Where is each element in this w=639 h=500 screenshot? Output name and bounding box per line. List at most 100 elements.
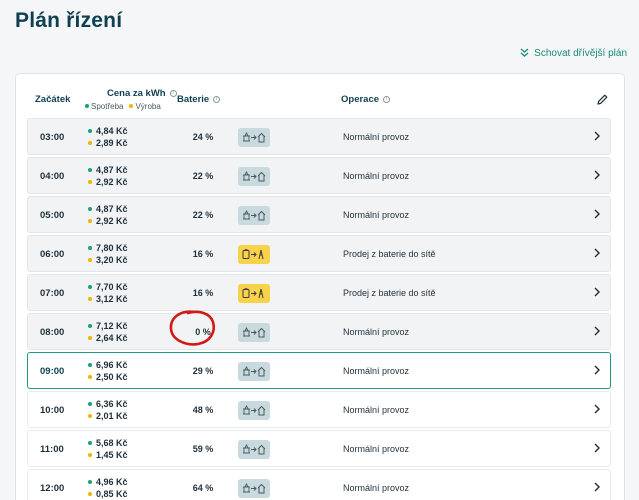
yellow-dot-icon: [88, 180, 92, 184]
double-chevron-down-icon: [520, 48, 529, 59]
chevron-right-icon[interactable]: [593, 286, 601, 298]
row-operation: Normální provoz: [343, 132, 410, 142]
production-price: 2,89 Kč: [88, 137, 128, 149]
row-battery: 64 %: [192, 483, 214, 493]
row-time: 05:00: [40, 210, 65, 221]
column-header-battery-label: Baterie: [177, 94, 210, 105]
consumption-price: 6,96 Kč: [88, 359, 128, 371]
page-title: Plán řízení: [15, 9, 123, 32]
production-price-value: 2,89 Kč: [96, 138, 128, 148]
row-operation: Normální provoz: [343, 171, 410, 181]
yellow-dot-icon: [88, 414, 92, 418]
row-prices: 7,12 Kč 2,64 Kč: [88, 320, 128, 344]
consumption-price-value: 7,12 Kč: [96, 321, 128, 331]
chevron-right-icon[interactable]: [593, 325, 601, 337]
row-prices: 6,36 Kč 2,01 Kč: [88, 398, 128, 422]
chevron-right-icon[interactable]: [593, 481, 601, 493]
consumption-price: 7,80 Kč: [88, 242, 128, 254]
yellow-dot-icon: [129, 104, 134, 108]
yellow-dot-icon: [88, 141, 92, 145]
production-price: 2,50 Kč: [88, 371, 128, 383]
green-dot-icon: [88, 246, 92, 250]
row-time: 08:00: [40, 327, 65, 338]
chevron-right-icon[interactable]: [593, 169, 601, 181]
row-battery: 48 %: [192, 405, 214, 415]
production-price-value: 3,12 Kč: [96, 294, 128, 304]
production-price: 1,45 Kč: [88, 449, 128, 461]
legend-consumption-label: Spotřeba: [91, 102, 124, 111]
plan-table: Začátek Cena za kWh i Spotřeba Výroba Bat…: [15, 73, 625, 500]
consumption-price: 7,70 Kč: [88, 281, 128, 293]
chevron-right-icon[interactable]: [593, 364, 601, 376]
production-price: 2,01 Kč: [88, 410, 128, 422]
column-header-operation-label: Operace: [341, 94, 380, 105]
row-prices: 7,70 Kč 3,12 Kč: [88, 281, 128, 305]
chevron-right-icon[interactable]: [593, 442, 601, 454]
grid-to-home-icon: [238, 128, 270, 147]
grid-to-home-icon: [238, 206, 270, 225]
table-row[interactable]: 08:00 7,12 Kč 2,64 Kč 0 % Normální provoz: [27, 313, 611, 350]
row-time: 11:00: [40, 444, 64, 455]
column-header-price: Cena za kWh i: [107, 88, 177, 99]
table-row[interactable]: 09:00 6,96 Kč 2,50 Kč 29 % Normální provoz: [27, 352, 611, 389]
row-prices: 4,96 Kč 0,85 Kč: [88, 476, 128, 500]
hide-earlier-plan-link[interactable]: Schovat dřívější plán: [520, 48, 627, 59]
consumption-price: 6,36 Kč: [88, 398, 128, 410]
pencil-icon[interactable]: [596, 93, 609, 106]
row-operation: Normální provoz: [343, 483, 410, 493]
green-dot-icon: [88, 480, 92, 484]
row-prices: 4,87 Kč 2,92 Kč: [88, 164, 128, 188]
table-row[interactable]: 06:00 7,80 Kč 3,20 Kč 16 % Prodej z baterie …: [27, 235, 611, 272]
row-operation: Normální provoz: [343, 210, 410, 220]
chevron-right-icon[interactable]: [593, 130, 601, 142]
row-prices: 6,96 Kč 2,50 Kč: [88, 359, 128, 383]
battery-to-grid-icon: [238, 245, 270, 264]
table-row[interactable]: 03:00 4,84 Kč 2,89 Kč 24 % Normální provoz: [27, 118, 611, 155]
table-row[interactable]: 12:00 4,96 Kč 0,85 Kč 64 % Normální provoz: [27, 469, 611, 500]
info-icon[interactable]: i: [213, 96, 221, 103]
yellow-dot-icon: [88, 219, 92, 223]
row-battery: 16 %: [192, 288, 214, 298]
green-dot-icon: [88, 441, 92, 445]
consumption-price: 4,87 Kč: [88, 203, 128, 215]
consumption-price-value: 4,96 Kč: [96, 477, 128, 487]
consumption-price-value: 4,84 Kč: [96, 126, 128, 136]
chevron-right-icon[interactable]: [593, 403, 601, 415]
legend-production-label: Výroba: [135, 102, 161, 111]
production-price: 3,20 Kč: [88, 254, 128, 266]
table-header: Začátek Cena za kWh i Spotřeba Výroba Bat…: [16, 74, 624, 118]
production-price: 2,92 Kč: [88, 176, 128, 188]
table-row[interactable]: 07:00 7,70 Kč 3,12 Kč 16 % Prodej z baterie …: [27, 274, 611, 311]
info-icon[interactable]: i: [169, 90, 177, 97]
row-time: 10:00: [40, 405, 65, 416]
green-dot-icon: [88, 402, 92, 406]
green-dot-icon: [88, 363, 92, 367]
grid-to-home-icon: [238, 167, 270, 186]
row-time: 09:00: [40, 366, 65, 377]
row-operation: Normální provoz: [343, 405, 410, 415]
green-dot-icon: [88, 207, 92, 211]
grid-to-home-icon: [238, 440, 270, 459]
battery-to-grid-icon: [238, 284, 270, 303]
column-header-operation: Operace i: [341, 94, 391, 105]
info-icon[interactable]: i: [383, 96, 391, 103]
table-row[interactable]: 11:00 5,68 Kč 1,45 Kč 59 % Normální provoz: [27, 430, 611, 467]
consumption-price-value: 7,70 Kč: [96, 282, 128, 292]
table-row[interactable]: 10:00 6,36 Kč 2,01 Kč 48 % Normální provoz: [27, 391, 611, 428]
row-prices: 4,87 Kč 2,92 Kč: [88, 203, 128, 227]
consumption-price-value: 4,87 Kč: [96, 204, 128, 214]
production-price-value: 2,92 Kč: [96, 216, 128, 226]
production-price-value: 1,45 Kč: [96, 450, 128, 460]
chevron-right-icon[interactable]: [593, 247, 601, 259]
yellow-dot-icon: [88, 453, 92, 457]
yellow-dot-icon: [88, 258, 92, 262]
column-header-price-label: Cena za kWh: [107, 88, 166, 99]
row-battery: 0 %: [195, 327, 211, 337]
chevron-right-icon[interactable]: [593, 208, 601, 220]
table-row[interactable]: 04:00 4,87 Kč 2,92 Kč 22 % Normální provoz: [27, 157, 611, 194]
production-price-value: 0,85 Kč: [96, 489, 128, 499]
grid-to-home-icon: [238, 323, 270, 342]
green-dot-icon: [88, 168, 92, 172]
table-row[interactable]: 05:00 4,87 Kč 2,92 Kč 22 % Normální provoz: [27, 196, 611, 233]
row-battery: 24 %: [192, 132, 214, 142]
